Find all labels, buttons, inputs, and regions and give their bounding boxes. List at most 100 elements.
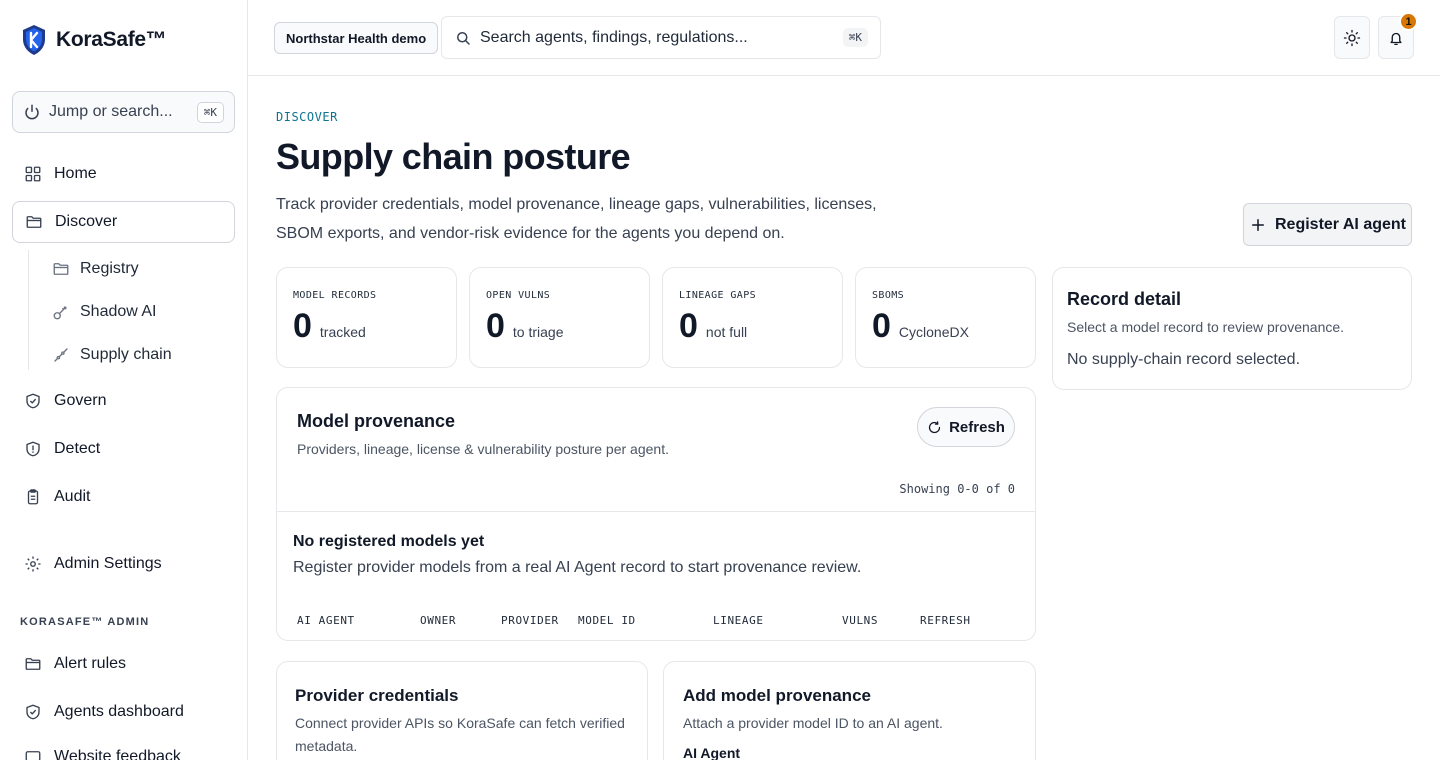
clipboard-icon xyxy=(24,488,42,506)
sidebar-item-label: Home xyxy=(54,165,97,182)
add-model-provenance-subtitle: Attach a provider model ID to an AI agen… xyxy=(683,715,943,731)
sidebar-item-label: Detect xyxy=(54,440,101,457)
record-detail-title: Record detail xyxy=(1067,289,1182,309)
sidebar-item-label: Audit xyxy=(54,488,91,505)
column-header-vulns[interactable]: VULNS xyxy=(842,614,878,627)
stat-value: 0 xyxy=(293,307,312,345)
search-icon xyxy=(454,29,472,47)
column-header-owner[interactable]: OWNER xyxy=(420,614,456,627)
sidebar-item-label: Alert rules xyxy=(54,655,127,672)
key-icon xyxy=(52,303,70,321)
refresh-label: Refresh xyxy=(949,418,1005,436)
pagination-summary: Showing 0-0 of 0 xyxy=(899,482,1015,496)
divider xyxy=(277,511,1035,512)
provider-credentials-card: Provider credentials Connect provider AP… xyxy=(276,661,648,760)
model-provenance-subtitle: Providers, lineage, license & vulnerabil… xyxy=(297,441,669,457)
sidebar-item-label: Govern xyxy=(54,392,107,409)
column-header-model-id[interactable]: MODEL ID xyxy=(578,614,636,627)
column-header-provider[interactable]: PROVIDER xyxy=(501,614,559,627)
empty-state-text: Register provider models from a real AI … xyxy=(293,559,862,576)
sidebar-subitem-label: Supply chain xyxy=(80,346,172,363)
sidebar-item-detect[interactable]: Detect xyxy=(12,428,235,470)
sidebar-subitem-supply-chain[interactable]: Supply chain xyxy=(52,340,172,370)
bell-icon xyxy=(1387,29,1405,47)
sidebar-item-alert-rules[interactable]: Alert rules xyxy=(12,643,235,685)
sidebar-item-label: Website feedback xyxy=(54,748,181,760)
shield-logo-icon xyxy=(22,24,46,56)
stat-open-vulns: OPEN VULNS 0 to triage xyxy=(469,267,650,368)
notifications-button[interactable]: 1 xyxy=(1378,12,1418,59)
sidebar-item-agents-dashboard[interactable]: Agents dashboard xyxy=(12,691,235,733)
shield-alert-icon xyxy=(24,440,42,458)
sidebar-item-label: Agents dashboard xyxy=(54,703,184,720)
column-header-refresh[interactable]: REFRESH xyxy=(920,614,971,627)
stat-unit: not full xyxy=(705,324,748,340)
org-switcher[interactable]: Northstar Health demo xyxy=(274,22,439,54)
record-detail-card: Record detail Select a model record to r… xyxy=(1052,267,1412,390)
global-search[interactable]: Search agents, findings, regulations... … xyxy=(441,16,881,59)
empty-state-title: No registered models yet xyxy=(293,533,485,550)
brand[interactable]: KoraSafe™ xyxy=(22,24,167,56)
brand-name: KoraSafe™ xyxy=(56,28,167,51)
model-provenance-card: Model provenance Providers, lineage, lic… xyxy=(276,387,1036,641)
empty-state: No registered models yet Register provid… xyxy=(293,533,861,577)
sidebar-item-label: Discover xyxy=(55,213,118,230)
add-model-provenance-card: Add model provenance Attach a provider m… xyxy=(663,661,1036,760)
power-icon xyxy=(23,103,41,121)
sidebar-item-discover[interactable]: Discover xyxy=(12,201,235,243)
register-ai-agent-button[interactable]: Register AI agent xyxy=(1243,203,1412,246)
stat-model-records: MODEL RECORDS 0 tracked xyxy=(276,267,457,368)
shield-check-icon xyxy=(24,703,42,721)
sidebar-subitem-shadow-ai[interactable]: Shadow AI xyxy=(52,297,157,327)
sidebar-item-admin-settings[interactable]: Admin Settings xyxy=(12,543,235,585)
sidebar-item-label: Admin Settings xyxy=(54,555,162,572)
sidebar-item-govern[interactable]: Govern xyxy=(12,380,235,422)
message-icon xyxy=(24,748,42,760)
sun-icon xyxy=(1343,29,1361,47)
stat-value: 0 xyxy=(486,307,505,345)
column-header-ai-agent[interactable]: AI AGENT xyxy=(297,614,355,627)
sidebar-item-home[interactable]: Home xyxy=(12,153,235,195)
stat-value: 0 xyxy=(679,307,698,345)
sidebar: KoraSafe™ Jump or search... ⌘K Home Disc… xyxy=(0,0,248,760)
topbar: Northstar Health demo Search agents, fin… xyxy=(248,0,1440,76)
sidebar-item-audit[interactable]: Audit xyxy=(12,476,235,518)
stat-sboms: SBOMS 0 CycloneDX xyxy=(855,267,1036,368)
provider-credentials-title: Provider credentials xyxy=(295,686,459,705)
column-header-lineage[interactable]: LINEAGE xyxy=(713,614,764,627)
refresh-icon xyxy=(927,420,942,435)
sidebar-item-website-feedback[interactable]: Website feedback xyxy=(12,736,235,760)
stat-label: SBOMS xyxy=(872,290,905,301)
sidebar-subitem-label: Registry xyxy=(80,260,139,277)
stat-lineage-gaps: LINEAGE GAPS 0 not full xyxy=(662,267,843,368)
ai-agent-field-label: AI Agent xyxy=(683,745,741,760)
search-shortcut: ⌘K xyxy=(842,28,868,47)
record-detail-subtitle: Select a model record to review provenan… xyxy=(1067,319,1345,335)
folder-icon xyxy=(52,260,70,278)
gear-icon xyxy=(24,555,42,573)
stat-label: LINEAGE GAPS xyxy=(679,290,757,301)
stat-label: MODEL RECORDS xyxy=(293,290,377,301)
jump-placeholder: Jump or search... xyxy=(49,103,173,120)
folder-icon xyxy=(24,655,42,673)
sidebar-subitem-registry[interactable]: Registry xyxy=(52,254,139,284)
admin-section-label: KORASAFE™ ADMIN xyxy=(20,616,150,628)
stat-value: 0 xyxy=(872,307,891,345)
shield-check-icon xyxy=(24,392,42,410)
page-title: Supply chain posture xyxy=(276,136,631,177)
sidebar-subitem-label: Shadow AI xyxy=(80,303,157,320)
submenu-guide xyxy=(28,250,29,370)
refresh-button[interactable]: Refresh xyxy=(917,407,1015,447)
stat-unit: CycloneDX xyxy=(898,324,969,340)
link-chain-icon xyxy=(52,346,70,364)
grid-icon xyxy=(24,165,42,183)
model-provenance-title: Model provenance xyxy=(297,411,456,431)
plus-icon xyxy=(1249,216,1267,234)
notification-badge: 1 xyxy=(1399,12,1418,31)
stat-unit: tracked xyxy=(319,324,366,340)
stat-label: OPEN VULNS xyxy=(486,290,551,301)
jump-search[interactable]: Jump or search... ⌘K xyxy=(12,91,235,133)
theme-toggle-button[interactable] xyxy=(1334,16,1370,59)
page-description: Track provider credentials, model proven… xyxy=(276,196,877,242)
jump-shortcut: ⌘K xyxy=(196,101,224,123)
